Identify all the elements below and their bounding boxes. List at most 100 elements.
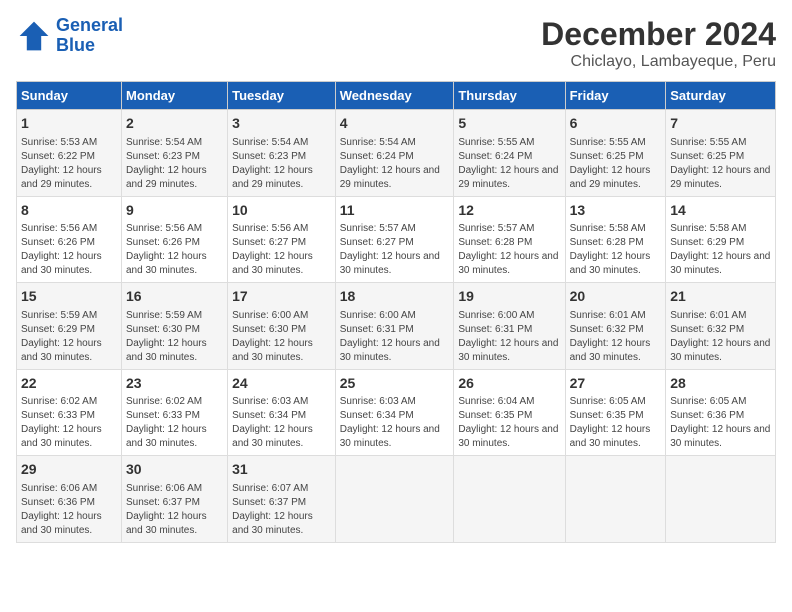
day-number: 29 (21, 460, 117, 480)
week-row-2: 8Sunrise: 5:56 AMSunset: 6:26 PMDaylight… (17, 196, 776, 283)
day-number: 22 (21, 374, 117, 394)
logo: General Blue (16, 16, 123, 56)
day-number: 12 (458, 201, 560, 221)
day-info: Sunrise: 6:05 AMSunset: 6:36 PMDaylight:… (670, 395, 771, 451)
day-number: 15 (21, 287, 117, 307)
day-info: Sunrise: 5:54 AMSunset: 6:23 PMDaylight:… (232, 136, 331, 192)
day-info: Sunrise: 6:02 AMSunset: 6:33 PMDaylight:… (21, 395, 117, 451)
day-number: 21 (670, 287, 771, 307)
calendar-cell: 10Sunrise: 5:56 AMSunset: 6:27 PMDayligh… (228, 196, 336, 283)
calendar-cell (454, 456, 565, 543)
header-tuesday: Tuesday (228, 82, 336, 110)
day-number: 3 (232, 114, 331, 134)
week-row-3: 15Sunrise: 5:59 AMSunset: 6:29 PMDayligh… (17, 283, 776, 370)
day-number: 6 (570, 114, 662, 134)
main-title: December 2024 (541, 16, 776, 53)
day-info: Sunrise: 5:56 AMSunset: 6:26 PMDaylight:… (21, 222, 117, 278)
calendar-cell: 15Sunrise: 5:59 AMSunset: 6:29 PMDayligh… (17, 283, 122, 370)
day-number: 10 (232, 201, 331, 221)
day-number: 25 (340, 374, 450, 394)
week-row-1: 1Sunrise: 5:53 AMSunset: 6:22 PMDaylight… (17, 110, 776, 197)
day-info: Sunrise: 5:54 AMSunset: 6:23 PMDaylight:… (126, 136, 223, 192)
day-info: Sunrise: 5:55 AMSunset: 6:25 PMDaylight:… (670, 136, 771, 192)
day-info: Sunrise: 5:57 AMSunset: 6:28 PMDaylight:… (458, 222, 560, 278)
calendar-cell: 26Sunrise: 6:04 AMSunset: 6:35 PMDayligh… (454, 369, 565, 456)
day-info: Sunrise: 6:06 AMSunset: 6:37 PMDaylight:… (126, 482, 223, 538)
calendar-cell: 30Sunrise: 6:06 AMSunset: 6:37 PMDayligh… (121, 456, 227, 543)
day-info: Sunrise: 5:56 AMSunset: 6:26 PMDaylight:… (126, 222, 223, 278)
day-number: 31 (232, 460, 331, 480)
calendar-cell: 22Sunrise: 6:02 AMSunset: 6:33 PMDayligh… (17, 369, 122, 456)
calendar-cell: 20Sunrise: 6:01 AMSunset: 6:32 PMDayligh… (565, 283, 666, 370)
day-number: 27 (570, 374, 662, 394)
calendar-cell: 19Sunrise: 6:00 AMSunset: 6:31 PMDayligh… (454, 283, 565, 370)
calendar-cell: 9Sunrise: 5:56 AMSunset: 6:26 PMDaylight… (121, 196, 227, 283)
day-number: 23 (126, 374, 223, 394)
day-number: 11 (340, 201, 450, 221)
week-row-5: 29Sunrise: 6:06 AMSunset: 6:36 PMDayligh… (17, 456, 776, 543)
calendar-cell: 24Sunrise: 6:03 AMSunset: 6:34 PMDayligh… (228, 369, 336, 456)
calendar-cell: 7Sunrise: 5:55 AMSunset: 6:25 PMDaylight… (666, 110, 776, 197)
day-info: Sunrise: 5:58 AMSunset: 6:28 PMDaylight:… (570, 222, 662, 278)
calendar-cell: 1Sunrise: 5:53 AMSunset: 6:22 PMDaylight… (17, 110, 122, 197)
calendar-cell: 21Sunrise: 6:01 AMSunset: 6:32 PMDayligh… (666, 283, 776, 370)
calendar-table: SundayMondayTuesdayWednesdayThursdayFrid… (16, 81, 776, 543)
day-number: 14 (670, 201, 771, 221)
day-info: Sunrise: 6:02 AMSunset: 6:33 PMDaylight:… (126, 395, 223, 451)
day-number: 1 (21, 114, 117, 134)
day-number: 18 (340, 287, 450, 307)
day-number: 20 (570, 287, 662, 307)
day-number: 16 (126, 287, 223, 307)
calendar-cell: 27Sunrise: 6:05 AMSunset: 6:35 PMDayligh… (565, 369, 666, 456)
header-wednesday: Wednesday (335, 82, 454, 110)
day-info: Sunrise: 5:58 AMSunset: 6:29 PMDaylight:… (670, 222, 771, 278)
day-number: 2 (126, 114, 223, 134)
calendar-cell: 13Sunrise: 5:58 AMSunset: 6:28 PMDayligh… (565, 196, 666, 283)
day-info: Sunrise: 6:07 AMSunset: 6:37 PMDaylight:… (232, 482, 331, 538)
calendar-cell: 2Sunrise: 5:54 AMSunset: 6:23 PMDaylight… (121, 110, 227, 197)
calendar-cell: 17Sunrise: 6:00 AMSunset: 6:30 PMDayligh… (228, 283, 336, 370)
day-info: Sunrise: 6:03 AMSunset: 6:34 PMDaylight:… (340, 395, 450, 451)
day-info: Sunrise: 6:06 AMSunset: 6:36 PMDaylight:… (21, 482, 117, 538)
day-number: 5 (458, 114, 560, 134)
calendar-cell: 5Sunrise: 5:55 AMSunset: 6:24 PMDaylight… (454, 110, 565, 197)
calendar-cell: 16Sunrise: 5:59 AMSunset: 6:30 PMDayligh… (121, 283, 227, 370)
day-info: Sunrise: 5:55 AMSunset: 6:25 PMDaylight:… (570, 136, 662, 192)
day-info: Sunrise: 6:01 AMSunset: 6:32 PMDaylight:… (570, 309, 662, 365)
day-number: 8 (21, 201, 117, 221)
day-info: Sunrise: 5:56 AMSunset: 6:27 PMDaylight:… (232, 222, 331, 278)
calendar-cell: 31Sunrise: 6:07 AMSunset: 6:37 PMDayligh… (228, 456, 336, 543)
header-saturday: Saturday (666, 82, 776, 110)
logo-text: General Blue (56, 16, 123, 56)
day-number: 26 (458, 374, 560, 394)
day-info: Sunrise: 5:54 AMSunset: 6:24 PMDaylight:… (340, 136, 450, 192)
day-info: Sunrise: 5:57 AMSunset: 6:27 PMDaylight:… (340, 222, 450, 278)
logo-icon (16, 18, 52, 54)
day-info: Sunrise: 5:59 AMSunset: 6:30 PMDaylight:… (126, 309, 223, 365)
calendar-cell: 11Sunrise: 5:57 AMSunset: 6:27 PMDayligh… (335, 196, 454, 283)
day-info: Sunrise: 6:00 AMSunset: 6:31 PMDaylight:… (458, 309, 560, 365)
header-sunday: Sunday (17, 82, 122, 110)
page-header: General Blue December 2024 Chiclayo, Lam… (16, 16, 776, 71)
calendar-header-row: SundayMondayTuesdayWednesdayThursdayFrid… (17, 82, 776, 110)
day-number: 24 (232, 374, 331, 394)
calendar-cell: 3Sunrise: 5:54 AMSunset: 6:23 PMDaylight… (228, 110, 336, 197)
calendar-cell: 12Sunrise: 5:57 AMSunset: 6:28 PMDayligh… (454, 196, 565, 283)
day-number: 13 (570, 201, 662, 221)
calendar-cell: 18Sunrise: 6:00 AMSunset: 6:31 PMDayligh… (335, 283, 454, 370)
title-block: December 2024 Chiclayo, Lambayeque, Peru (541, 16, 776, 71)
day-number: 30 (126, 460, 223, 480)
day-number: 28 (670, 374, 771, 394)
calendar-cell: 25Sunrise: 6:03 AMSunset: 6:34 PMDayligh… (335, 369, 454, 456)
day-info: Sunrise: 6:01 AMSunset: 6:32 PMDaylight:… (670, 309, 771, 365)
calendar-cell: 14Sunrise: 5:58 AMSunset: 6:29 PMDayligh… (666, 196, 776, 283)
day-number: 7 (670, 114, 771, 134)
day-info: Sunrise: 6:05 AMSunset: 6:35 PMDaylight:… (570, 395, 662, 451)
subtitle: Chiclayo, Lambayeque, Peru (541, 53, 776, 71)
day-info: Sunrise: 6:04 AMSunset: 6:35 PMDaylight:… (458, 395, 560, 451)
calendar-cell: 28Sunrise: 6:05 AMSunset: 6:36 PMDayligh… (666, 369, 776, 456)
day-info: Sunrise: 6:03 AMSunset: 6:34 PMDaylight:… (232, 395, 331, 451)
calendar-cell: 8Sunrise: 5:56 AMSunset: 6:26 PMDaylight… (17, 196, 122, 283)
day-number: 4 (340, 114, 450, 134)
calendar-cell: 4Sunrise: 5:54 AMSunset: 6:24 PMDaylight… (335, 110, 454, 197)
